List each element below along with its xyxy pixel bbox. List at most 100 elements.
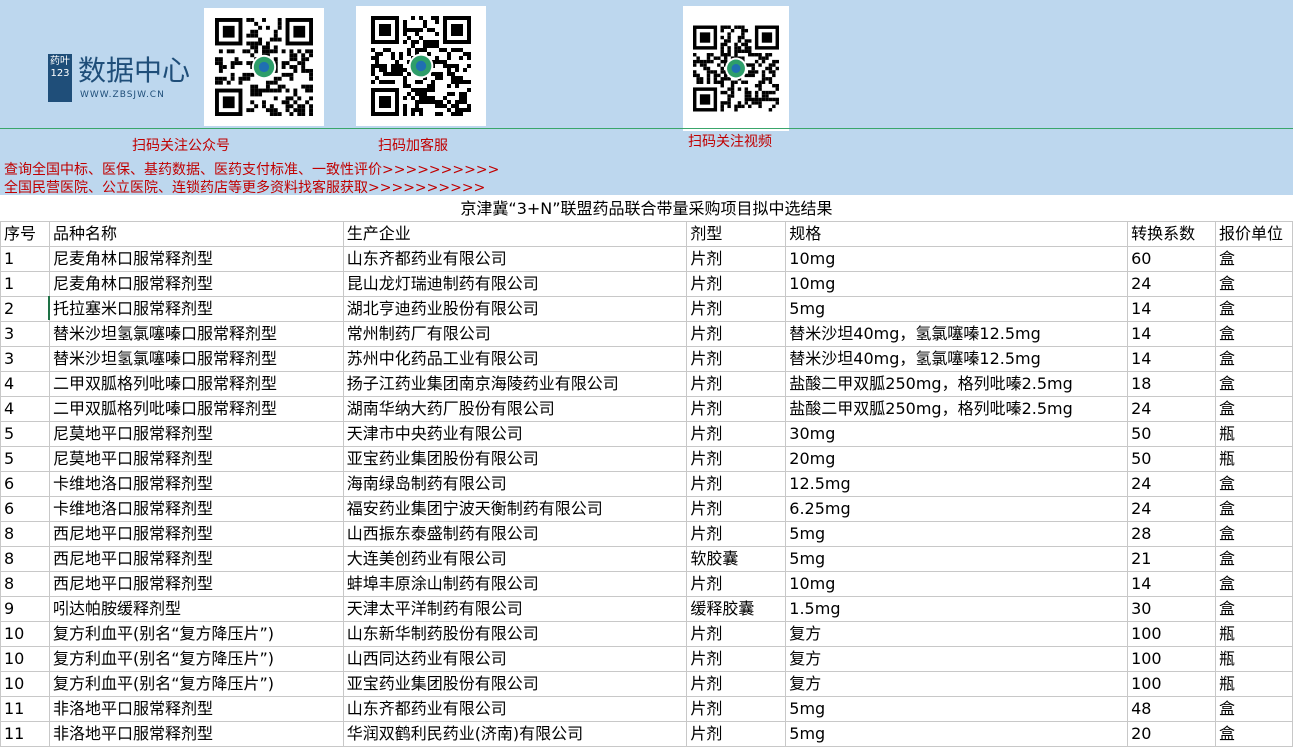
table-cell[interactable]: 8 (0, 521, 50, 547)
table-cell[interactable]: 20mg (785, 446, 1129, 472)
table-cell[interactable]: 1 (0, 271, 50, 297)
table-cell[interactable]: 卡维地洛口服常释剂型 (48, 471, 344, 497)
table-cell[interactable]: 复方 (785, 671, 1129, 697)
table-cell[interactable]: 片剂 (686, 646, 787, 672)
table-cell[interactable]: 复方 (785, 646, 1129, 672)
table-cell[interactable]: 片剂 (686, 346, 787, 372)
column-header[interactable]: 规格 (785, 221, 1129, 247)
table-cell[interactable]: 18 (1127, 371, 1216, 397)
table-cell[interactable]: 卡维地洛口服常释剂型 (48, 496, 344, 522)
table-cell[interactable]: 托拉塞米口服常释剂型 (48, 296, 344, 322)
table-cell[interactable]: 2 (0, 296, 50, 322)
table-cell[interactable]: 9 (0, 596, 50, 622)
table-cell[interactable]: 替米沙坦40mg，氢氯噻嗪12.5mg (785, 346, 1129, 372)
table-cell[interactable]: 瓶 (1214, 621, 1293, 647)
table-cell[interactable]: 片剂 (686, 446, 787, 472)
table-cell[interactable]: 14 (1127, 571, 1216, 597)
table-cell[interactable]: 3 (0, 346, 50, 372)
table-cell[interactable]: 14 (1127, 346, 1216, 372)
table-cell[interactable]: 5mg (785, 721, 1129, 747)
table-cell[interactable]: 瓶 (1214, 646, 1293, 672)
table-cell[interactable]: 西尼地平口服常释剂型 (48, 571, 344, 597)
table-cell[interactable]: 盒 (1214, 321, 1293, 347)
table-cell[interactable]: 48 (1127, 696, 1216, 722)
table-cell[interactable]: 片剂 (686, 521, 787, 547)
table-cell[interactable]: 5 (0, 421, 50, 447)
table-cell[interactable]: 6 (0, 471, 50, 497)
table-cell[interactable]: 28 (1127, 521, 1216, 547)
table-cell[interactable]: 亚宝药业集团股份有限公司 (342, 671, 688, 697)
table-cell[interactable]: 片剂 (686, 321, 787, 347)
table-cell[interactable]: 华润双鹤利民药业(济南)有限公司 (342, 721, 688, 747)
table-cell[interactable]: 8 (0, 571, 50, 597)
table-cell[interactable]: 5mg (785, 521, 1129, 547)
table-cell[interactable]: 片剂 (686, 396, 787, 422)
table-cell[interactable]: 盒 (1214, 521, 1293, 547)
table-cell[interactable]: 1 (0, 246, 50, 272)
column-header[interactable]: 序号 (0, 221, 50, 247)
table-cell[interactable]: 盐酸二甲双胍250mg，格列吡嗪2.5mg (785, 371, 1129, 397)
table-cell[interactable]: 软胶囊 (686, 546, 787, 572)
table-cell[interactable]: 10mg (785, 246, 1129, 272)
table-cell[interactable]: 片剂 (686, 696, 787, 722)
table-cell[interactable]: 山西同达药业有限公司 (342, 646, 688, 672)
column-header[interactable]: 品种名称 (48, 221, 344, 247)
table-cell[interactable]: 14 (1127, 296, 1216, 322)
table-cell[interactable]: 片剂 (686, 246, 787, 272)
table-cell[interactable]: 复方 (785, 621, 1129, 647)
table-cell[interactable]: 4 (0, 371, 50, 397)
table-cell[interactable]: 天津市中央药业有限公司 (342, 421, 688, 447)
table-cell[interactable]: 100 (1127, 646, 1216, 672)
table-cell[interactable]: 50 (1127, 421, 1216, 447)
table-cell[interactable]: 复方利血平(别名“复方降压片”) (48, 671, 344, 697)
table-cell[interactable]: 湖南华纳大药厂股份有限公司 (342, 396, 688, 422)
table-cell[interactable]: 瓶 (1214, 671, 1293, 697)
table-cell[interactable]: 10 (0, 671, 50, 697)
column-header[interactable]: 生产企业 (342, 221, 688, 247)
table-cell[interactable]: 山东齐都药业有限公司 (342, 246, 688, 272)
table-cell[interactable]: 盒 (1214, 696, 1293, 722)
table-cell[interactable]: 亚宝药业集团股份有限公司 (342, 446, 688, 472)
table-cell[interactable]: 100 (1127, 671, 1216, 697)
table-cell[interactable]: 5mg (785, 546, 1129, 572)
table-cell[interactable]: 4 (0, 396, 50, 422)
column-header[interactable]: 报价单位 (1214, 221, 1293, 247)
table-cell[interactable]: 尼麦角林口服常释剂型 (48, 246, 344, 272)
table-cell[interactable]: 山东新华制药股份有限公司 (342, 621, 688, 647)
table-cell[interactable]: 30 (1127, 596, 1216, 622)
table-cell[interactable]: 复方利血平(别名“复方降压片”) (48, 621, 344, 647)
table-cell[interactable]: 11 (0, 721, 50, 747)
table-cell[interactable]: 盒 (1214, 246, 1293, 272)
table-cell[interactable]: 3 (0, 321, 50, 347)
table-cell[interactable]: 盒 (1214, 396, 1293, 422)
table-cell[interactable]: 100 (1127, 621, 1216, 647)
table-cell[interactable]: 复方利血平(别名“复方降压片”) (48, 646, 344, 672)
table-cell[interactable]: 6.25mg (785, 496, 1129, 522)
table-cell[interactable]: 非洛地平口服常释剂型 (48, 696, 344, 722)
table-cell[interactable]: 片剂 (686, 571, 787, 597)
table-cell[interactable]: 吲达帕胺缓释剂型 (48, 596, 344, 622)
table-cell[interactable]: 片剂 (686, 621, 787, 647)
table-cell[interactable]: 24 (1127, 471, 1216, 497)
table-cell[interactable]: 24 (1127, 271, 1216, 297)
table-cell[interactable]: 盒 (1214, 496, 1293, 522)
table-cell[interactable]: 10mg (785, 571, 1129, 597)
table-cell[interactable]: 5mg (785, 696, 1129, 722)
table-cell[interactable]: 11 (0, 696, 50, 722)
table-cell[interactable]: 片剂 (686, 271, 787, 297)
table-cell[interactable]: 6 (0, 496, 50, 522)
table-cell[interactable]: 14 (1127, 321, 1216, 347)
table-cell[interactable]: 西尼地平口服常释剂型 (48, 546, 344, 572)
table-cell[interactable]: 天津太平洋制药有限公司 (342, 596, 688, 622)
table-cell[interactable]: 山东齐都药业有限公司 (342, 696, 688, 722)
table-cell[interactable]: 片剂 (686, 421, 787, 447)
table-cell[interactable]: 常州制药厂有限公司 (342, 321, 688, 347)
table-cell[interactable]: 盒 (1214, 546, 1293, 572)
table-cell[interactable]: 30mg (785, 421, 1129, 447)
table-cell[interactable]: 扬子江药业集团南京海陵药业有限公司 (342, 371, 688, 397)
column-header[interactable]: 剂型 (686, 221, 787, 247)
table-cell[interactable]: 盒 (1214, 271, 1293, 297)
table-cell[interactable]: 盒 (1214, 346, 1293, 372)
table-cell[interactable]: 10 (0, 621, 50, 647)
table-cell[interactable]: 片剂 (686, 371, 787, 397)
